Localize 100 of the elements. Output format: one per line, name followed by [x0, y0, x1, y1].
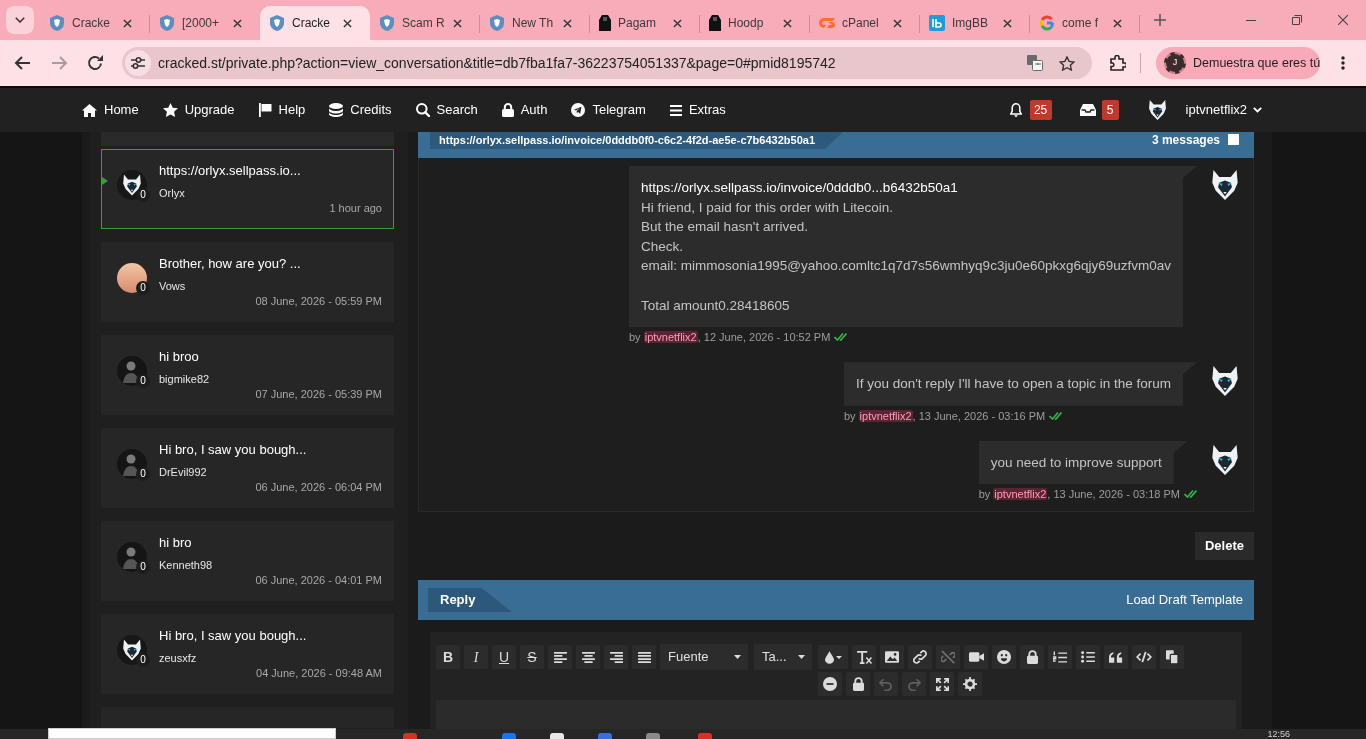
- message-link[interactable]: https://orlyx.sellpass.io/invoice/0dddb0...b6432b50a1: [641, 178, 958, 198]
- code-button[interactable]: [1132, 645, 1156, 669]
- shield-icon: [49, 15, 65, 31]
- restore-icon[interactable]: [1292, 15, 1302, 25]
- nav-link[interactable]: Extras: [669, 100, 726, 120]
- align-center-button[interactable]: [576, 645, 600, 669]
- droplet-icon: [824, 650, 834, 664]
- browser-tab[interactable]: New Th: [480, 6, 590, 40]
- unread-count: 0: [136, 653, 150, 667]
- notification-count[interactable]: 25: [1029, 100, 1052, 120]
- inbox-icon[interactable]: [1079, 104, 1096, 116]
- text-color-button[interactable]: [818, 645, 848, 669]
- bold-button[interactable]: B: [436, 645, 460, 669]
- nav-link[interactable]: Home: [82, 100, 139, 120]
- load-draft-button[interactable]: Load Draft Template: [1126, 590, 1243, 610]
- conversation-card[interactable]: 0 https://orlyx.sellpass.io... Orlyx 1 hour ago: [101, 149, 394, 229]
- image-button[interactable]: [880, 645, 904, 669]
- back-arrow-icon[interactable]: [14, 56, 30, 70]
- nav-link[interactable]: Credits: [329, 100, 392, 120]
- conversation-card[interactable]: 0 hi bro Kenneth98 06 June, 2026 - 04:01 PM: [101, 521, 394, 601]
- bell-icon[interactable]: [1009, 103, 1022, 117]
- username-link[interactable]: iptvnetflix2: [993, 488, 1048, 501]
- browser-tab[interactable]: [2000+: [150, 6, 260, 40]
- strikethrough-button[interactable]: S: [520, 645, 544, 669]
- reply-tab[interactable]: Reply: [428, 588, 512, 612]
- close-icon[interactable]: [343, 18, 352, 28]
- nav-link[interactable]: Search: [415, 100, 478, 120]
- close-icon[interactable]: [563, 18, 572, 28]
- user-menu[interactable]: iptvnetflix2: [1185, 100, 1262, 120]
- address-bar[interactable]: cracked.st/private.php?action=view_conversation&title=db7fba1fa7-36223754051337&page=0#pmid8195742: [122, 47, 1092, 79]
- avatar-placeholder: [117, 263, 147, 293]
- numbered-list-button[interactable]: [1048, 645, 1072, 669]
- more-vertical-icon[interactable]: [1341, 56, 1345, 70]
- star-outline-icon[interactable]: [1059, 55, 1075, 71]
- close-icon[interactable]: [123, 18, 132, 28]
- close-icon[interactable]: [233, 18, 242, 28]
- link-button[interactable]: [908, 645, 932, 669]
- video-button[interactable]: [964, 645, 988, 669]
- reload-icon[interactable]: [87, 55, 103, 71]
- smiley-icon: [997, 650, 1011, 664]
- browser-tab[interactable]: Hoodp: [700, 6, 810, 40]
- bulleted-list-button[interactable]: [1076, 645, 1100, 669]
- browser-tab[interactable]: ImgBB: [920, 6, 1030, 40]
- close-icon[interactable]: [1338, 15, 1348, 25]
- lock-button[interactable]: [1020, 645, 1044, 669]
- conversation-user: DrEvil992: [159, 465, 207, 479]
- translate-icon[interactable]: [1027, 55, 1043, 71]
- close-icon[interactable]: [893, 18, 902, 28]
- profile-button[interactable]: J Demuestra que eres tú: [1156, 47, 1320, 79]
- nav-link[interactable]: Telegram: [571, 100, 646, 120]
- browser-tab[interactable]: come f: [1030, 6, 1140, 40]
- tab-search-button[interactable]: [6, 6, 34, 34]
- quote-button[interactable]: [1104, 645, 1128, 669]
- nav-link[interactable]: Upgrade: [162, 100, 235, 120]
- justify-button[interactable]: [632, 645, 656, 669]
- app-icon[interactable]: [550, 733, 564, 739]
- paste-button[interactable]: [1160, 645, 1184, 669]
- conversation-card[interactable]: 0 hi broo bigmike82 07 June, 2026 - 05:39 PM: [101, 335, 394, 415]
- select-all-checkbox[interactable]: [1228, 134, 1239, 145]
- site-info-button[interactable]: [125, 50, 151, 76]
- lock-button[interactable]: [846, 672, 870, 696]
- minimize-icon[interactable]: [1246, 19, 1256, 21]
- plus-icon[interactable]: [1154, 14, 1166, 26]
- shield-icon: [489, 15, 505, 31]
- font-select[interactable]: Fuente: [660, 644, 748, 670]
- paper-plane-icon: [571, 103, 586, 117]
- wolf-avatar[interactable]: [1148, 100, 1166, 120]
- italic-button[interactable]: I: [464, 645, 488, 669]
- conversation-time: 06 June, 2026 - 04:01 PM: [255, 573, 382, 587]
- close-icon[interactable]: [453, 18, 462, 28]
- conversation-card[interactable]: 0 Hi bro, I saw you bough... DrEvil992 06 June, 2026 - 06:04 PM: [101, 428, 394, 508]
- browser-tab[interactable]: Cracke: [260, 6, 370, 40]
- emoji-button[interactable]: [992, 645, 1016, 669]
- username-link[interactable]: iptvnetflix2: [643, 331, 698, 344]
- close-icon[interactable]: [1003, 18, 1012, 28]
- conversation-card[interactable]: 0 Hi bro, I saw you bough... zeusxfz 04 June, 2026 - 09:48 AM: [101, 614, 394, 694]
- clear-format-button[interactable]: [852, 645, 876, 669]
- close-icon[interactable]: [673, 18, 682, 28]
- size-select[interactable]: Ta...: [754, 644, 812, 670]
- conversation-card[interactable]: 0 Brother, how are you? ... Vows 08 June, 2026 - 05:59 PM: [101, 242, 394, 322]
- browser-tab[interactable]: Scam R: [370, 6, 480, 40]
- nav-link[interactable]: Help: [258, 100, 306, 120]
- browser-tab[interactable]: Pagam: [590, 6, 700, 40]
- nav-link[interactable]: Auth: [501, 100, 548, 120]
- fullscreen-button[interactable]: [930, 672, 954, 696]
- link-icon: [913, 650, 927, 664]
- browser-tab[interactable]: cPanel: [810, 6, 920, 40]
- close-icon[interactable]: [1113, 18, 1122, 28]
- settings-button[interactable]: [958, 672, 982, 696]
- puzzle-icon[interactable]: [1110, 55, 1126, 71]
- align-right-button[interactable]: [604, 645, 628, 669]
- username-link[interactable]: iptvnetflix2: [858, 409, 913, 422]
- remove-button[interactable]: [818, 672, 842, 696]
- underline-button[interactable]: U: [492, 645, 516, 669]
- delete-button[interactable]: Delete: [1194, 532, 1254, 560]
- close-icon[interactable]: [783, 18, 792, 28]
- message-count: 3 messages: [1151, 133, 1220, 147]
- align-left-button[interactable]: [548, 645, 572, 669]
- browser-tab[interactable]: Cracke: [40, 6, 150, 40]
- inbox-count[interactable]: 5: [1101, 100, 1119, 120]
